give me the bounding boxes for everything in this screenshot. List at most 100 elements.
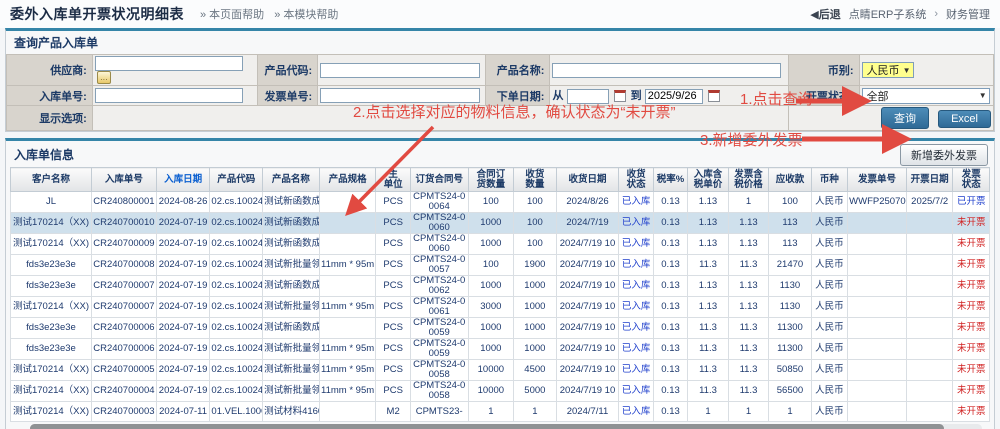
excel-button[interactable]: Excel (938, 110, 991, 128)
table-cell: M2 (376, 402, 410, 422)
column-header[interactable]: 应收款 (769, 168, 812, 192)
table-cell: CPMTS24-00057 (410, 255, 468, 276)
table-cell: CPMTS24-00059 (410, 318, 468, 339)
table-cell: 11.3 (728, 360, 768, 381)
column-header[interactable]: 入库含 税单价 (688, 168, 728, 192)
table-cell: 1900 (514, 255, 557, 276)
scrollbar-thumb[interactable] (30, 424, 944, 429)
table-cell: CPMTS23- (410, 402, 468, 422)
table-cell: 已开票 (953, 192, 990, 213)
currency-value: 人民币 (867, 62, 900, 78)
table-row[interactable]: 测试170214（XX)CR2407000042024-07-1902.cs.1… (11, 381, 990, 402)
table-cell (848, 276, 907, 297)
table-row[interactable]: 测试170214（XX)CR2407000032024-07-1101.VEL.… (11, 402, 990, 422)
table-cell: 11.3 (688, 255, 728, 276)
table-cell: 2024-07-19 (156, 318, 210, 339)
table-cell (319, 318, 376, 339)
table-cell: 测试新批量领 (263, 339, 320, 360)
table-cell (906, 339, 953, 360)
column-header[interactable]: 主 单位 (376, 168, 410, 192)
breadcrumb-system[interactable]: 点睛ERP子系统 (849, 6, 927, 22)
table-cell (848, 381, 907, 402)
lookup-icon[interactable]: … (97, 71, 111, 84)
table-cell: CR240700004 (91, 381, 156, 402)
table-cell: 11.3 (728, 255, 768, 276)
table-cell: 已入库 (619, 234, 653, 255)
column-header[interactable]: 开票日期 (906, 168, 953, 192)
column-header[interactable]: 收货日期 (556, 168, 619, 192)
table-cell: 测试170214（XX) (11, 213, 92, 234)
table-row[interactable]: 测试170214（XX)CR2407000052024-07-1902.cs.1… (11, 360, 990, 381)
product-name-input[interactable] (552, 63, 781, 78)
table-cell: 100 (514, 213, 557, 234)
add-outsourced-invoice-button[interactable]: 新增委外发票 (900, 144, 988, 166)
table-row[interactable]: JLCR2408000012024-08-2602.cs.100241测试新函数… (11, 192, 990, 213)
page-help-link[interactable]: » 本页面帮助 (200, 6, 264, 22)
column-header[interactable]: 客户名称 (11, 168, 92, 192)
column-header[interactable]: 产品规格 (319, 168, 376, 192)
table-cell: 0.13 (653, 360, 687, 381)
table-cell: 已入库 (619, 276, 653, 297)
column-header[interactable]: 合同订 货数量 (468, 168, 514, 192)
table-cell: 2024-07-11 (156, 402, 210, 422)
column-header[interactable]: 币种 (811, 168, 847, 192)
table-cell: 未开票 (953, 276, 990, 297)
table-row[interactable]: 测试170214（XX)CR2407000102024-07-1902.cs.1… (11, 213, 990, 234)
table-cell: 02.cs.100246 (210, 255, 263, 276)
table-cell: 0.13 (653, 297, 687, 318)
table-cell: 未开票 (953, 360, 990, 381)
product-code-input[interactable] (320, 63, 479, 78)
table-cell (848, 234, 907, 255)
calendar-icon[interactable] (708, 90, 720, 102)
table-row[interactable]: fds3e23e3eCR2407000082024-07-1902.cs.100… (11, 255, 990, 276)
table-cell: 11.3 (728, 318, 768, 339)
table-cell: 1000 (468, 339, 514, 360)
column-header[interactable]: 入库单号 (91, 168, 156, 192)
search-button[interactable]: 查询 (881, 107, 929, 129)
table-cell: 人民币 (811, 213, 847, 234)
table-cell: CR240700006 (91, 318, 156, 339)
table-cell (906, 213, 953, 234)
column-header[interactable]: 产品名称 (263, 168, 320, 192)
back-button[interactable]: ◀后退 (810, 6, 840, 22)
column-header[interactable]: 发票单号 (848, 168, 907, 192)
table-cell (848, 402, 907, 422)
query-panel-title: 查询产品入库单 (6, 31, 994, 54)
table-cell: CR240700007 (91, 297, 156, 318)
table-cell: fds3e23e3e (11, 276, 92, 297)
page: 委外入库单开票状况明细表 » 本页面帮助 » 本模块帮助 ◀后退 点睛ERP子系… (0, 0, 1000, 429)
table-cell: 1 (514, 402, 557, 422)
invoice-status-select[interactable]: 全部 ▼ (862, 88, 990, 104)
column-header[interactable]: 税率% (653, 168, 687, 192)
table-cell: 1000 (514, 276, 557, 297)
currency-select[interactable]: 人民币 ▼ (862, 62, 914, 78)
table-row[interactable]: 测试170214（XX)CR2407000092024-07-1902.cs.1… (11, 234, 990, 255)
table-cell: 1130 (769, 276, 812, 297)
table-row[interactable]: 测试170214（XX)CR2407000072024-07-1902.cs.1… (11, 297, 990, 318)
column-header[interactable]: 收货 数量 (514, 168, 557, 192)
table-cell: 2024/7/19 10 (556, 297, 619, 318)
breadcrumb-module[interactable]: 财务管理 (946, 6, 990, 22)
column-header[interactable]: 收货 状态 (619, 168, 653, 192)
table-cell: 11mm * 95m (319, 360, 376, 381)
table-row[interactable]: fds3e23e3eCR2407000062024-07-1902.cs.100… (11, 318, 990, 339)
table-cell (319, 192, 376, 213)
inbound-no-input[interactable] (95, 88, 243, 103)
table-cell: 1 (769, 402, 812, 422)
column-header[interactable]: 入库日期 (156, 168, 210, 192)
table-cell: 100 (468, 192, 514, 213)
module-help-link[interactable]: » 本模块帮助 (274, 6, 338, 22)
table-row[interactable]: fds3e23e3eCR2407000072024-07-1902.cs.100… (11, 276, 990, 297)
column-header[interactable]: 发票含 税价格 (728, 168, 768, 192)
column-header[interactable]: 产品代码 (210, 168, 263, 192)
help-links: » 本页面帮助 » 本模块帮助 (200, 6, 338, 22)
table-row[interactable]: fds3e23e3eCR2407000062024-07-1902.cs.100… (11, 339, 990, 360)
column-header[interactable]: 订货合同号 (410, 168, 468, 192)
table-cell: 11.3 (688, 360, 728, 381)
topbar-right: ◀后退 点睛ERP子系统 › 财务管理 (810, 6, 990, 22)
table-cell: CPMTS24-00061 (410, 297, 468, 318)
supplier-input[interactable] (95, 56, 243, 71)
horizontal-scrollbar[interactable] (30, 424, 982, 429)
column-header[interactable]: 发票 状态 (953, 168, 990, 192)
table-cell: 02.cs.100241 (210, 318, 263, 339)
